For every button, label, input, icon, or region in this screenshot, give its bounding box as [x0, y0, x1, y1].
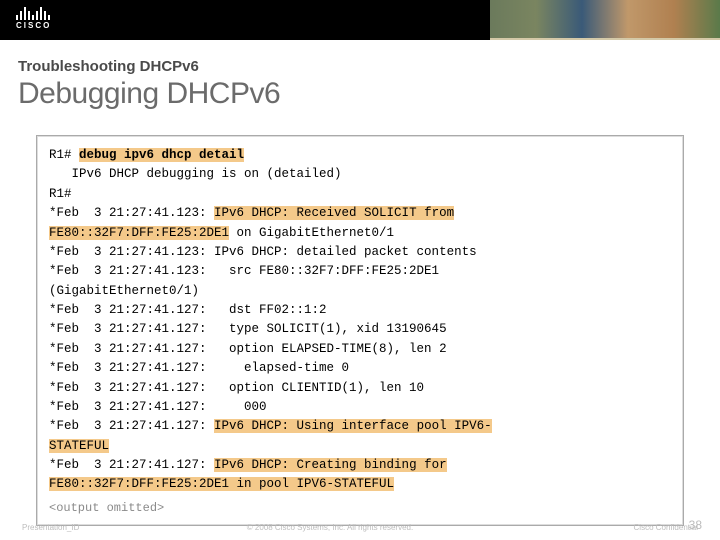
term-line: STATEFUL — [49, 437, 671, 456]
term-command: debug ipv6 dhcp detail — [79, 148, 244, 162]
term-line: *Feb 3 21:27:41.123: src FE80::32F7:DFF:… — [49, 262, 671, 281]
slide-footer: Presentation_ID © 2008 Cisco Systems, In… — [0, 523, 720, 532]
term-line: *Feb 3 21:27:41.127: IPv6 DHCP: Using in… — [49, 417, 671, 436]
term-line: FE80::32F7:DFF:FE25:2DE1 in pool IPV6-ST… — [49, 475, 671, 494]
output-omitted-label: <output omitted> — [49, 495, 671, 518]
term-highlight: FE80::32F7:DFF:FE25:2DE1 in pool IPV6-ST… — [49, 477, 394, 491]
terminal-output: R1# debug ipv6 dhcp detail IPv6 DHCP deb… — [36, 135, 684, 526]
presentation-id: Presentation_ID — [22, 523, 142, 532]
term-line: (GigabitEthernet0/1) — [49, 282, 671, 301]
term-line: R1# debug ipv6 dhcp detail — [49, 146, 671, 165]
cisco-logo-bars-icon — [16, 6, 50, 20]
confidential-label: Cisco Confidential — [518, 523, 698, 532]
term-prompt: R1# — [49, 148, 79, 162]
term-line: IPv6 DHCP debugging is on (detailed) — [49, 165, 671, 184]
slide-subtitle: Troubleshooting DHCPv6 — [18, 58, 702, 75]
term-line: *Feb 3 21:27:41.127: type SOLICIT(1), xi… — [49, 320, 671, 339]
term-line: *Feb 3 21:27:41.123: IPv6 DHCP: detailed… — [49, 243, 671, 262]
term-highlight: IPv6 DHCP: Received SOLICIT from — [214, 206, 454, 220]
term-line: *Feb 3 21:27:41.127: option ELAPSED-TIME… — [49, 340, 671, 359]
term-highlight: IPv6 DHCP: Creating binding for — [214, 458, 447, 472]
header-decorative-image — [490, 0, 720, 40]
term-highlight: STATEFUL — [49, 439, 109, 453]
term-line: *Feb 3 21:27:41.127: dst FF02::1:2 — [49, 301, 671, 320]
top-header-bar: CISCO — [0, 0, 720, 40]
term-line: *Feb 3 21:27:41.123: IPv6 DHCP: Received… — [49, 204, 671, 223]
term-line: FE80::32F7:DFF:FE25:2DE1 on GigabitEther… — [49, 224, 671, 243]
term-highlight: IPv6 DHCP: Using interface pool IPV6- — [214, 419, 492, 433]
copyright-text: © 2008 Cisco Systems, Inc. All rights re… — [142, 523, 518, 532]
term-ts: *Feb 3 21:27:41.123: — [49, 206, 214, 220]
term-text: on GigabitEthernet0/1 — [229, 226, 394, 240]
term-highlight: FE80::32F7:DFF:FE25:2DE1 — [49, 226, 229, 240]
term-line: *Feb 3 21:27:41.127: elapsed-time 0 — [49, 359, 671, 378]
page-number: 38 — [689, 518, 702, 532]
cisco-logo-text: CISCO — [16, 21, 51, 30]
term-line: *Feb 3 21:27:41.127: 000 — [49, 398, 671, 417]
slide-title: Debugging DHCPv6 — [18, 77, 702, 111]
term-ts: *Feb 3 21:27:41.127: — [49, 458, 214, 472]
title-block: Troubleshooting DHCPv6 Debugging DHCPv6 — [0, 40, 720, 119]
term-line: *Feb 3 21:27:41.127: option CLIENTID(1),… — [49, 379, 671, 398]
cisco-logo: CISCO — [16, 6, 51, 30]
term-line: R1# — [49, 185, 671, 204]
term-ts: *Feb 3 21:27:41.127: — [49, 419, 214, 433]
term-line: *Feb 3 21:27:41.127: IPv6 DHCP: Creating… — [49, 456, 671, 475]
